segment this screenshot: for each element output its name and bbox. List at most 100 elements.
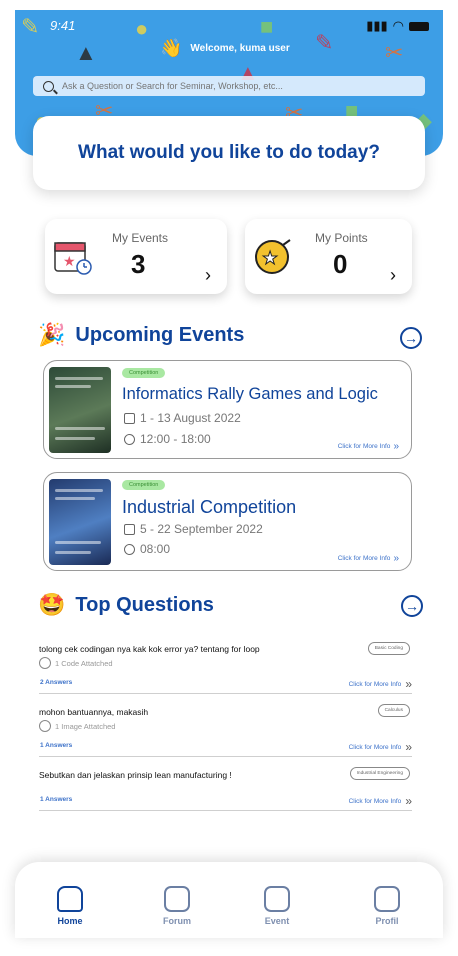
monitor-icon: ■	[260, 14, 274, 39]
event-date-row: 1 - 13 August 2022	[124, 411, 241, 425]
upcoming-events-title: Upcoming Events	[75, 323, 245, 346]
my-events-card[interactable]: ★ My Events 3 ›	[45, 219, 227, 294]
see-all-events-icon[interactable]: →	[400, 327, 422, 349]
my-points-count: 0	[333, 249, 348, 279]
prompt-title: What would you like to do today?	[78, 142, 380, 163]
my-events-count: 3	[131, 249, 146, 279]
nav-label: Forum	[163, 916, 191, 926]
svg-text:★: ★	[262, 248, 278, 268]
event-time: 08:00	[140, 542, 171, 556]
more-info-label: Click for More Info	[337, 555, 391, 562]
status-icons: ▮▮▮ ◠	[366, 18, 429, 34]
status-time: 9:41	[50, 18, 76, 33]
scissors-icon: ✂	[385, 40, 404, 65]
attachment-icon	[39, 657, 51, 669]
question-tag: Basic Coding	[367, 642, 410, 655]
divider	[39, 693, 412, 694]
double-chevron-icon: »	[393, 553, 399, 564]
calendar-icon	[124, 523, 135, 535]
question-answers: 2 Answers	[40, 679, 73, 686]
event-time-row: 12:00 - 18:00	[124, 432, 211, 446]
question-text: Sebutkan dan jelaskan prinsip lean manuf…	[39, 770, 232, 780]
search-bar[interactable]	[33, 76, 425, 96]
forum-icon	[164, 886, 190, 912]
calendar-icon	[124, 412, 135, 424]
lightbulb-icon: ●	[135, 16, 149, 41]
see-all-questions-icon[interactable]: →	[401, 595, 423, 617]
nav-forum[interactable]: Forum	[147, 886, 207, 926]
double-chevron-icon: »	[405, 740, 412, 754]
event-title: Industrial Competition	[122, 497, 297, 517]
profile-icon	[374, 886, 400, 912]
attachment-icon	[39, 720, 51, 732]
double-chevron-icon: »	[405, 794, 412, 808]
event-card[interactable]: Competition Industrial Competition 5 - 2…	[43, 472, 412, 571]
pencil-icon: ✎	[315, 30, 334, 55]
event-title: Informatics Rally Games and Logic	[122, 385, 378, 403]
question-more-link[interactable]: Click for More Info »	[349, 677, 412, 691]
question-attachment: 1 Image Attatched	[39, 720, 115, 732]
my-events-label: My Events	[112, 231, 169, 245]
event-more-link[interactable]: Click for More Info »	[338, 553, 399, 564]
top-questions-title: Top Questions	[75, 593, 214, 616]
nav-profil[interactable]: Profil	[357, 886, 417, 926]
event-poster	[49, 367, 111, 453]
waving-hand-icon: 👋	[160, 38, 183, 58]
event-time-row: 08:00	[124, 542, 170, 556]
event-card[interactable]: Competition Informatics Rally Games and …	[43, 360, 412, 459]
top-questions-header: 🤩 Top Questions	[38, 592, 214, 618]
search-input[interactable]	[62, 81, 402, 91]
divider	[39, 756, 412, 757]
event-date-row: 5 - 22 September 2022	[124, 522, 263, 536]
question-text: mohon bantuannya, makasih	[39, 707, 149, 717]
clock-icon	[124, 433, 135, 445]
question-more-link[interactable]: Click for More Info »	[349, 794, 412, 808]
question-answers: 1 Answers	[40, 796, 73, 803]
question-answers: 1 Answers	[40, 742, 73, 749]
question-item[interactable]: mohon bantuannya, makasih Calculus 1 Ima…	[39, 703, 412, 757]
clock-icon	[124, 543, 135, 555]
home-icon	[57, 886, 83, 912]
lightbulb-icon: ✎	[21, 14, 40, 39]
question-more-link[interactable]: Click for More Info »	[349, 740, 412, 754]
my-points-label: My Points	[315, 231, 368, 245]
calendar-star-icon: ★	[53, 237, 93, 277]
prompt-card: What would you like to do today?	[33, 116, 425, 190]
welcome-text: Welcome, kuma user	[190, 43, 290, 54]
battery-icon	[409, 21, 429, 31]
divider	[39, 810, 412, 811]
event-date: 5 - 22 September 2022	[140, 522, 263, 536]
attachment-label: 1 Code Attatched	[55, 658, 113, 668]
nav-label: Profil	[375, 916, 399, 926]
my-points-card[interactable]: ★ My Points 0 ›	[245, 219, 412, 294]
chevron-right-icon: ›	[205, 265, 211, 285]
svg-text:★: ★	[63, 253, 76, 269]
star-badge-icon: ★	[253, 237, 293, 277]
event-more-link[interactable]: Click for More Info »	[338, 441, 399, 452]
nav-home[interactable]: Home	[40, 886, 100, 926]
upcoming-events-header: 🎉 Upcoming Events	[38, 322, 244, 348]
nav-label: Event	[264, 916, 290, 926]
bottom-navigation: Home Forum Event Profil	[15, 862, 443, 938]
more-info-label: Click for More Info	[348, 797, 402, 805]
question-text: tolong cek codingan nya kak kok error ya…	[39, 644, 260, 654]
double-chevron-icon: »	[393, 441, 399, 452]
event-tag: Competition	[122, 480, 166, 490]
nav-label: Home	[57, 916, 83, 926]
graduation-cap-icon: ▲	[75, 40, 97, 65]
double-chevron-icon: »	[405, 677, 412, 691]
nav-event[interactable]: Event	[247, 886, 307, 926]
party-popper-icon: 🎉	[38, 322, 66, 347]
more-info-label: Click for More Info	[348, 743, 402, 751]
event-poster	[49, 479, 111, 565]
question-item[interactable]: Sebutkan dan jelaskan prinsip lean manuf…	[39, 766, 412, 812]
attachment-label: 1 Image Attatched	[55, 721, 116, 731]
question-tag: Industrial Engineering	[349, 767, 410, 780]
calendar-icon	[264, 886, 290, 912]
chevron-right-icon: ›	[390, 265, 396, 285]
event-time: 12:00 - 18:00	[140, 432, 211, 446]
question-item[interactable]: tolong cek codingan nya kak kok error ya…	[39, 640, 412, 694]
welcome-message: 👋 Welcome, kuma user	[160, 38, 290, 59]
event-date: 1 - 13 August 2022	[140, 411, 241, 425]
more-info-label: Click for More Info	[348, 680, 402, 688]
